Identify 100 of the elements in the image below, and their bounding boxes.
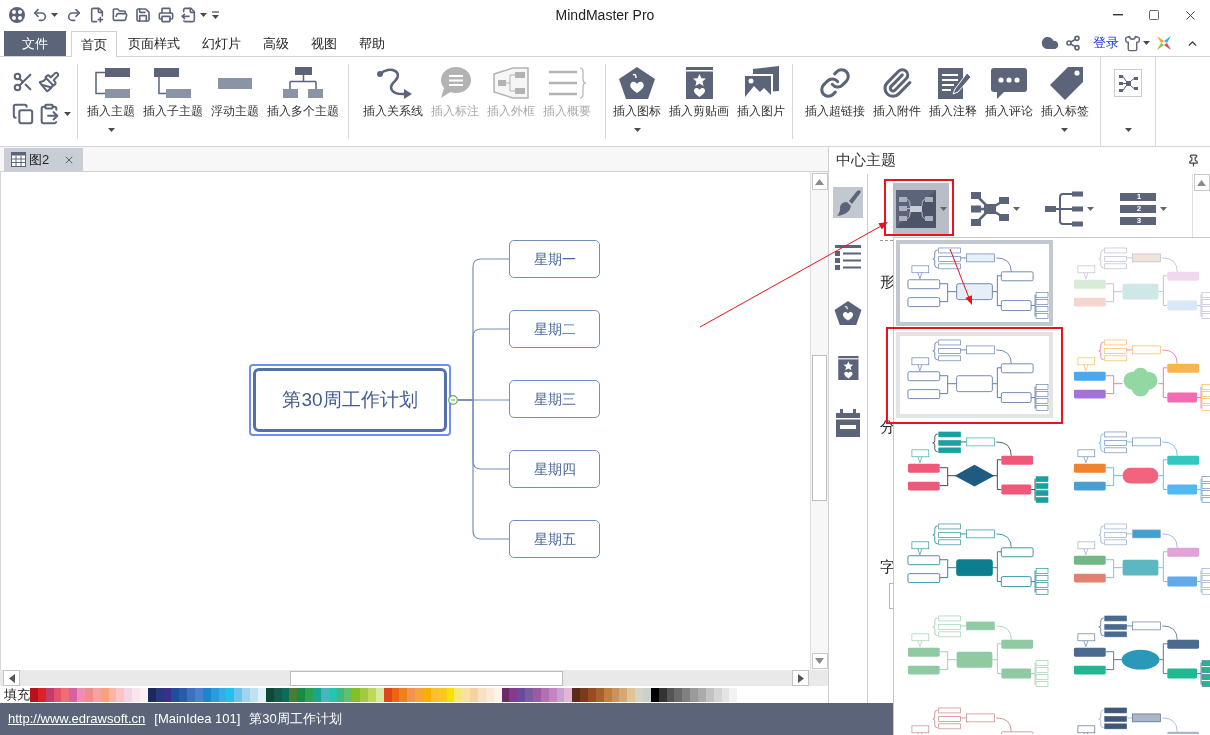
color-swatch[interactable] [352, 687, 361, 702]
color-swatch[interactable] [595, 687, 604, 702]
paintbrush-icon[interactable] [38, 71, 60, 93]
color-swatch[interactable] [30, 687, 38, 702]
open-folder-icon[interactable] [112, 7, 128, 23]
color-swatch[interactable] [116, 687, 125, 702]
ribbon-tab[interactable]: 幻灯片 [191, 31, 252, 56]
ribbon-tab[interactable]: 视图 [300, 31, 348, 56]
ribbon-button[interactable]: 插入标签 [1036, 57, 1093, 146]
new-file-icon[interactable] [89, 7, 105, 23]
copy-icon[interactable] [12, 103, 34, 125]
color-swatch[interactable] [312, 687, 321, 702]
color-swatch[interactable] [548, 687, 557, 702]
color-swatch[interactable] [367, 687, 376, 702]
login-link[interactable]: 登录 [1093, 33, 1119, 53]
color-swatch[interactable] [446, 687, 455, 702]
ribbon-button[interactable]: 插入超链接 [800, 57, 869, 146]
color-swatch[interactable] [658, 687, 667, 702]
side-tab[interactable] [833, 187, 863, 218]
layout-button[interactable]: 1 2 3 [1115, 183, 1171, 235]
color-swatch[interactable] [580, 687, 588, 702]
color-swatch[interactable] [525, 687, 533, 702]
color-swatch[interactable] [533, 687, 541, 702]
side-tab[interactable] [833, 242, 863, 273]
color-swatch[interactable] [147, 687, 156, 702]
scroll-right-button[interactable] [792, 670, 809, 686]
cloud-icon[interactable] [1041, 34, 1059, 52]
color-swatch[interactable] [210, 687, 219, 702]
color-swatch[interactable] [399, 687, 408, 702]
app-logo-icon[interactable] [9, 7, 25, 23]
share-icon[interactable] [1065, 35, 1081, 51]
scrollbar-thumb[interactable] [290, 670, 563, 686]
color-swatch[interactable] [320, 687, 329, 702]
scroll-up-button[interactable] [1193, 174, 1210, 191]
ribbon-button[interactable]: 插入图片 [733, 57, 789, 146]
color-swatch[interactable] [650, 687, 659, 702]
ribbon-tab[interactable]: 页面样式 [117, 31, 191, 56]
color-swatch[interactable] [588, 687, 596, 702]
color-swatch[interactable] [100, 687, 109, 702]
color-swatch[interactable] [635, 687, 644, 702]
collapse-toggle-icon[interactable] [448, 395, 458, 405]
scroll-down-button[interactable] [811, 653, 828, 669]
ribbon-button[interactable]: 插入注释 [924, 57, 981, 146]
color-swatch[interactable] [69, 687, 78, 702]
topic-node[interactable]: 星期三 [509, 380, 600, 418]
color-swatch[interactable] [391, 687, 400, 702]
topic-node[interactable]: 星期一 [509, 240, 600, 278]
color-swatch[interactable] [305, 687, 313, 702]
color-swatch[interactable] [257, 687, 266, 702]
layout-button[interactable] [893, 183, 949, 235]
color-swatch[interactable] [501, 687, 510, 702]
color-swatch[interactable] [45, 687, 54, 702]
color-swatch[interactable] [682, 687, 691, 702]
color-swatch[interactable] [564, 687, 573, 702]
color-swatch[interactable] [454, 687, 463, 702]
print-icon[interactable] [158, 7, 174, 23]
ribbon-button[interactable]: 插入关系线 [359, 57, 427, 146]
export-file-icon[interactable] [181, 7, 197, 23]
color-swatch[interactable] [85, 687, 93, 702]
color-swatch[interactable] [37, 687, 46, 702]
color-swatch[interactable] [478, 687, 486, 702]
color-swatch[interactable] [619, 687, 628, 702]
color-swatch[interactable] [705, 687, 714, 702]
color-swatch[interactable] [92, 687, 101, 702]
color-swatch[interactable] [53, 687, 62, 702]
color-swatch[interactable] [627, 687, 636, 702]
color-swatch[interactable] [234, 687, 243, 702]
color-swatch[interactable] [698, 687, 706, 702]
color-swatch[interactable] [674, 687, 683, 702]
topic-node[interactable]: 星期二 [509, 310, 600, 348]
scroll-left-button[interactable] [3, 670, 20, 686]
color-swatch[interactable] [242, 687, 251, 702]
color-swatch[interactable] [124, 687, 133, 702]
color-swatch[interactable] [493, 687, 502, 702]
color-swatch[interactable] [195, 687, 203, 702]
website-link[interactable]: http://www.edrawsoft.cn [8, 709, 146, 729]
color-swatch[interactable] [360, 687, 368, 702]
color-swatch[interactable] [250, 687, 258, 702]
color-swatch[interactable] [187, 687, 196, 702]
color-swatch[interactable] [108, 687, 117, 702]
color-swatch[interactable] [430, 687, 439, 702]
color-swatch[interactable] [721, 687, 730, 702]
side-tab[interactable] [833, 407, 863, 438]
ribbon-tab[interactable]: 帮助 [348, 31, 396, 56]
color-swatch[interactable] [383, 687, 392, 702]
ribbon-button[interactable]: 插入剪贴画 [665, 57, 733, 146]
document-tab[interactable]: 图2 [4, 148, 83, 171]
scissors-icon[interactable] [12, 71, 34, 93]
color-swatch[interactable] [140, 687, 148, 702]
color-swatch[interactable] [509, 687, 518, 702]
ribbon-tab[interactable]: 首页 [71, 31, 117, 57]
color-swatch[interactable] [729, 687, 738, 702]
color-swatch[interactable] [470, 687, 478, 702]
undo-icon[interactable] [32, 7, 48, 23]
color-swatch[interactable] [289, 687, 298, 702]
color-swatch[interactable] [218, 687, 227, 702]
pin-icon[interactable] [1187, 154, 1200, 167]
color-swatch[interactable] [540, 687, 549, 702]
color-swatch[interactable] [163, 687, 172, 702]
color-swatch[interactable] [155, 687, 164, 702]
